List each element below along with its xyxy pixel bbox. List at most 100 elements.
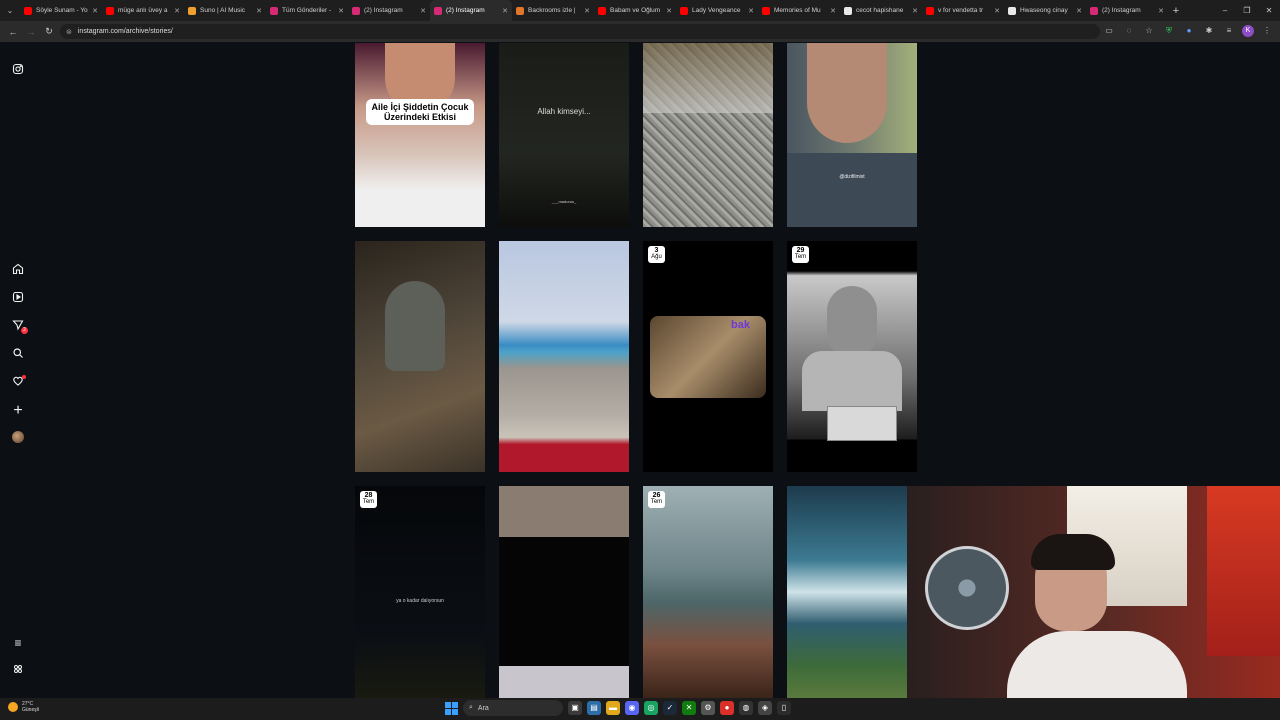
tab-close-icon[interactable]: ✕ — [1158, 7, 1164, 15]
tab-close-icon[interactable]: ✕ — [994, 7, 1000, 15]
tab-favicon-icon — [352, 6, 360, 15]
back-arrow-icon[interactable]: ← — [4, 27, 22, 37]
reading-list-icon[interactable]: ≡ — [1222, 24, 1236, 38]
tab-close-icon[interactable]: ✕ — [174, 7, 180, 15]
browser-tab[interactable]: Söyle Sunam - Yo ✕ — [20, 0, 102, 21]
weather-widget[interactable]: 27°C Güneşli — [8, 701, 39, 713]
tab-favicon-icon — [926, 6, 934, 15]
tab-title: Lady Vengeance — [692, 7, 741, 14]
windows-start-icon[interactable] — [445, 701, 458, 715]
tab-title: müge anlı üvey a — [118, 7, 168, 14]
search-icon[interactable] — [10, 347, 26, 363]
discord-icon[interactable]: ◉ — [625, 701, 639, 715]
steam-icon[interactable]: ✓ — [663, 701, 677, 715]
story-tile[interactable] — [499, 486, 629, 698]
story-tile[interactable]: 3 Ağu bak — [643, 241, 773, 472]
story-tile[interactable]: @dizifilmist — [787, 43, 917, 227]
more-menu-icon[interactable]: ≡ — [10, 635, 26, 651]
story-tile[interactable]: 26 Tem — [643, 486, 773, 698]
story-tile[interactable] — [355, 241, 485, 472]
story-tile[interactable]: Allah kimseyi... ___madurus_ — [499, 43, 629, 227]
story-tile[interactable] — [787, 486, 907, 698]
xbox-icon[interactable]: ✕ — [682, 701, 696, 715]
browser-tab[interactable]: (2) Instagram ✕ — [1086, 0, 1168, 21]
profile-avatar-icon[interactable] — [10, 431, 26, 447]
extension-blue-icon[interactable]: ● — [1182, 24, 1196, 38]
new-tab-button[interactable]: + — [1168, 5, 1184, 17]
site-info-icon[interactable]: ⊜ — [66, 28, 72, 36]
recorder-icon[interactable]: ● — [720, 701, 734, 715]
browser-tab[interactable]: Babam ve Oğlum ✕ — [594, 0, 676, 21]
browser-tab[interactable]: Lady Vengeance ✕ — [676, 0, 758, 21]
app-icon[interactable]: ▯ — [777, 701, 791, 715]
obs-icon[interactable]: ◍ — [739, 701, 753, 715]
story-tile[interactable]: 28 Tem ya o kadar dalıyorsun — [355, 486, 485, 698]
tab-close-icon[interactable]: ✕ — [912, 7, 918, 15]
instagram-sidebar: 2 + ≡ — [0, 43, 36, 698]
eye-off-icon[interactable]: ◌ — [1122, 24, 1136, 38]
story-tile[interactable] — [499, 241, 629, 472]
tab-title: Tüm Gönderiler - — [282, 7, 332, 14]
tab-close-icon[interactable]: ✕ — [748, 7, 754, 15]
home-icon[interactable] — [10, 263, 26, 279]
settings-gear-icon[interactable]: ⚙ — [701, 701, 715, 715]
weather-text: Güneşli — [22, 707, 39, 713]
bookmark-star-icon[interactable]: ☆ — [1142, 24, 1156, 38]
story-image-overlay — [643, 43, 773, 113]
tab-close-icon[interactable]: ✕ — [1076, 7, 1082, 15]
notifications-heart-icon[interactable] — [10, 375, 26, 391]
create-plus-icon[interactable]: + — [10, 403, 26, 419]
puzzle-icon[interactable]: ✱ — [1202, 24, 1216, 38]
browser-tab[interactable]: (2) Instagram ✕ — [430, 0, 512, 21]
browser-tab[interactable]: cecot hapishane ✕ — [840, 0, 922, 21]
tab-close-icon[interactable]: ✕ — [92, 7, 98, 15]
tab-close-icon[interactable]: ✕ — [256, 7, 262, 15]
minimize-icon[interactable]: – — [1214, 0, 1236, 21]
browser-tab[interactable]: Suno | AI Music ✕ — [184, 0, 266, 21]
store-icon[interactable]: ▤ — [587, 701, 601, 715]
tab-title: Memories of Mu — [774, 7, 821, 14]
story-tile[interactable] — [643, 43, 773, 227]
tab-close-icon[interactable]: ✕ — [584, 7, 590, 15]
shield-extension-icon[interactable]: ⛨ — [1162, 24, 1176, 38]
tab-close-icon[interactable]: ✕ — [420, 7, 426, 15]
person-face-shape — [807, 43, 887, 143]
instagram-logo-icon[interactable] — [10, 63, 26, 79]
chrome-icon[interactable]: ◎ — [644, 701, 658, 715]
kebab-menu-icon[interactable]: ⋮ — [1260, 24, 1274, 38]
browser-tab[interactable]: v for vendetta tr ✕ — [922, 0, 1004, 21]
reels-icon[interactable] — [10, 291, 26, 307]
story-date-badge: 29 Tem — [792, 246, 809, 263]
tab-favicon-icon — [188, 6, 196, 15]
browser-tab[interactable]: Backrooms izle | ✕ — [512, 0, 594, 21]
story-tile[interactable]: Aile İçi Şiddetin Çocuk Üzerindeki Etkis… — [355, 43, 485, 227]
tab-close-icon[interactable]: ✕ — [338, 7, 344, 15]
profile-avatar[interactable]: K — [1242, 25, 1254, 37]
reload-icon[interactable]: ↻ — [40, 26, 58, 37]
cast-icon[interactable]: ▭ — [1102, 24, 1116, 38]
taskbar-search[interactable]: ⌕ Ara — [463, 700, 563, 716]
browser-tab[interactable]: Tüm Gönderiler - ✕ — [266, 0, 348, 21]
tab-close-icon[interactable]: ✕ — [830, 7, 836, 15]
tab-close-icon[interactable]: ✕ — [502, 7, 508, 15]
tab-favicon-icon — [24, 6, 32, 15]
browser-tab[interactable]: (2) Instagram ✕ — [348, 0, 430, 21]
forward-arrow-icon[interactable]: → — [22, 27, 40, 37]
messages-icon[interactable]: 2 — [10, 319, 28, 335]
address-bar[interactable]: ⊜ instagram.com/archive/stories/ — [60, 24, 1100, 39]
task-view-icon[interactable]: ▣ — [568, 701, 582, 715]
browser-tab[interactable]: Hwaseong cinay ✕ — [1004, 0, 1086, 21]
story-tile[interactable]: 29 Tem — [787, 241, 917, 472]
sun-icon — [8, 702, 18, 712]
tab-search-icon[interactable]: ⌄ — [0, 0, 20, 21]
tab-close-icon[interactable]: ✕ — [666, 7, 672, 15]
tab-title: Söyle Sunam - Yo — [36, 7, 88, 14]
epic-games-icon[interactable]: ◈ — [758, 701, 772, 715]
browser-tab[interactable]: müge anlı üvey a ✕ — [102, 0, 184, 21]
threads-icon[interactable] — [10, 663, 26, 679]
notification-dot — [22, 375, 26, 379]
file-explorer-icon[interactable]: ▬ — [606, 701, 620, 715]
browser-tab[interactable]: Memories of Mu ✕ — [758, 0, 840, 21]
close-window-icon[interactable]: ✕ — [1258, 0, 1280, 21]
maximize-icon[interactable]: ❐ — [1236, 0, 1258, 21]
